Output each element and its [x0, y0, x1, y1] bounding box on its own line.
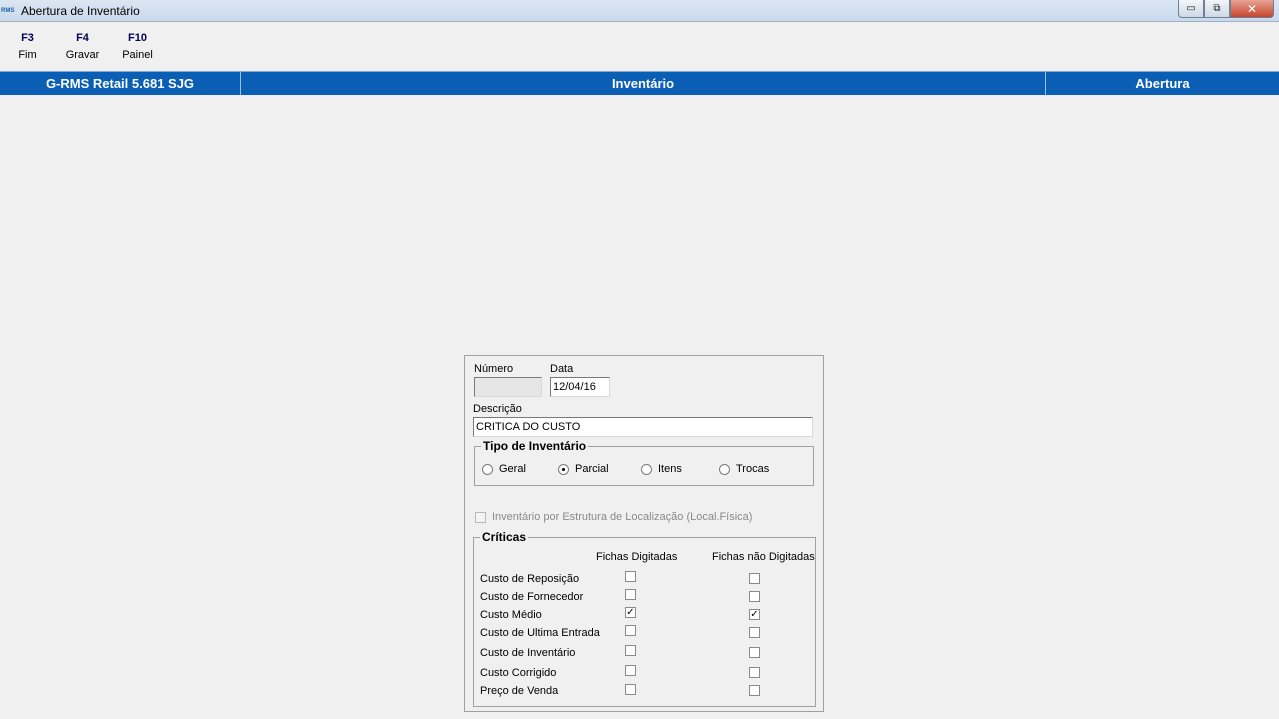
close-button[interactable]: ✕ — [1230, 0, 1274, 18]
critica-label: Custo de Reposição — [480, 573, 580, 585]
inventory-form-panel: Número Data Descrição Tipo de Inventário… — [464, 355, 824, 712]
action-name: Abertura — [1135, 76, 1190, 91]
minimize-icon: ▭ — [1186, 3, 1196, 14]
fkey-gravar-button[interactable]: F4 Gravar — [55, 30, 110, 66]
critica-digitadas-checkbox[interactable] — [625, 645, 636, 656]
minimize-button[interactable]: ▭ — [1178, 0, 1204, 18]
numero-label: Número — [474, 363, 514, 375]
critica-nao-digitadas-checkbox[interactable]: ✓ — [749, 609, 760, 620]
critica-label: Custo Médio — [480, 609, 542, 621]
critica-nao-digitadas-checkbox[interactable] — [749, 591, 760, 602]
system-name: G-RMS Retail 5.681 SJG — [0, 72, 241, 95]
fkey-label: Gravar — [65, 49, 100, 61]
tipo-inventario-group: Tipo de Inventário Geral Parcial Itens T… — [474, 439, 814, 486]
critica-digitadas-checkbox[interactable]: ✓ — [625, 607, 636, 618]
radio-icon — [641, 463, 652, 475]
restore-icon: ⧉ — [1213, 3, 1221, 14]
critica-digitadas-checkbox[interactable] — [625, 571, 636, 582]
critica-nao-digitadas-checkbox[interactable] — [749, 573, 760, 584]
radio-itens[interactable]: Itens — [641, 463, 682, 475]
critica-nao-digitadas-checkbox[interactable] — [749, 685, 760, 696]
critica-label: Custo de Fornecedor — [480, 591, 584, 603]
fkey-painel-button[interactable]: F10 Painel — [110, 30, 165, 66]
critica-label: Custo de Inventário — [480, 647, 576, 659]
app-icon: RMS — [1, 8, 15, 14]
critica-digitadas-checkbox[interactable] — [625, 684, 636, 695]
module-header: G-RMS Retail 5.681 SJG Inventário Abertu… — [0, 71, 1279, 95]
radio-icon — [482, 463, 493, 475]
col-fichas-digitadas: Fichas Digitadas — [596, 551, 678, 563]
check-icon: ✓ — [626, 607, 635, 618]
fkey-code: F3 — [21, 32, 34, 44]
col-fichas-nao-digitadas: Fichas não Digitadas — [712, 551, 815, 563]
descricao-label: Descrição — [473, 403, 522, 415]
check-icon: ✓ — [750, 609, 759, 620]
window-title: Abertura de Inventário — [21, 4, 140, 18]
restore-button[interactable]: ⧉ — [1204, 0, 1230, 18]
critica-digitadas-checkbox[interactable] — [625, 589, 636, 600]
fkey-fim-button[interactable]: F3 Fim — [0, 30, 55, 66]
data-field[interactable] — [550, 377, 610, 397]
numero-field[interactable] — [474, 377, 542, 397]
radio-icon — [719, 463, 730, 475]
radio-selected-icon — [558, 463, 569, 475]
fkey-code: F10 — [128, 32, 147, 44]
criticas-group: Críticas Fichas Digitadas Fichas não Dig… — [473, 530, 816, 707]
radio-parcial[interactable]: Parcial — [558, 463, 609, 475]
data-label: Data — [550, 363, 574, 375]
estrutura-checkbox[interactable] — [475, 512, 486, 523]
radio-label: Parcial — [575, 463, 609, 475]
close-icon: ✕ — [1246, 1, 1258, 16]
critica-digitadas-checkbox[interactable] — [625, 625, 636, 636]
title-bar: RMS Abertura de Inventário ▭ ⧉ ✕ — [0, 0, 1279, 22]
critica-label: Custo de Ultima Entrada — [480, 627, 600, 639]
function-key-toolbar: F3 Fim F4 Gravar F10 Painel — [0, 30, 165, 66]
fkey-code: F4 — [76, 32, 89, 44]
tipo-inventario-title: Tipo de Inventário — [481, 439, 589, 453]
radio-label: Trocas — [736, 463, 770, 475]
critica-digitadas-checkbox[interactable] — [625, 665, 636, 676]
module-name: Inventário — [241, 72, 1046, 95]
radio-trocas[interactable]: Trocas — [719, 463, 769, 475]
critica-nao-digitadas-checkbox[interactable] — [749, 667, 760, 678]
fkey-label: Painel — [122, 49, 153, 61]
critica-nao-digitadas-checkbox[interactable] — [749, 627, 760, 638]
critica-nao-digitadas-checkbox[interactable] — [749, 647, 760, 658]
fkey-label: Fim — [18, 49, 37, 61]
window-controls: ▭ ⧉ ✕ — [1178, 0, 1274, 18]
descricao-field[interactable] — [473, 417, 813, 437]
critica-label: Preço de Venda — [480, 685, 559, 697]
radio-label: Geral — [499, 463, 526, 475]
estrutura-label: Inventário por Estrutura de Localização … — [492, 511, 753, 523]
critica-label: Custo Corrigido — [480, 667, 557, 679]
criticas-title: Críticas — [480, 530, 529, 544]
radio-label: Itens — [658, 463, 682, 475]
radio-geral[interactable]: Geral — [482, 463, 526, 475]
